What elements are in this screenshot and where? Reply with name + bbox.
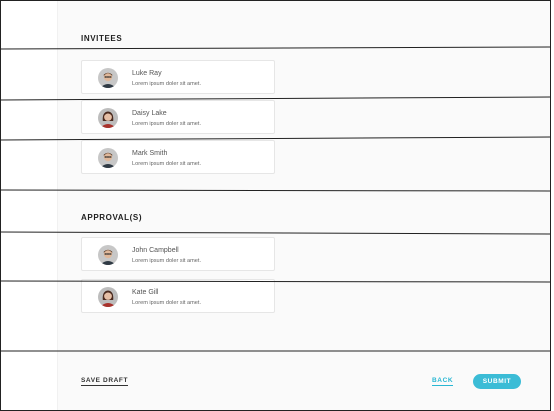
invitee-description: Lorem ipsum doler sit amet. — [132, 80, 202, 87]
invitee-card-luke-ray[interactable]: Luke Ray Lorem ipsum doler sit amet. — [81, 60, 275, 94]
approver-description: Lorem ipsum doler sit amet. — [132, 299, 202, 306]
avatar — [98, 68, 118, 88]
avatar — [98, 245, 118, 265]
invitees-heading: INVITEES — [81, 34, 123, 43]
invitee-description: Lorem ipsum doler sit amet. — [132, 120, 202, 127]
invitee-description: Lorem ipsum doler sit amet. — [132, 160, 202, 167]
invitee-name: Luke Ray — [132, 70, 162, 77]
back-link[interactable]: BACK — [432, 377, 454, 386]
approval-card-kate-gill[interactable]: Kate Gill Lorem ipsum doler sit amet. — [81, 279, 275, 313]
avatar — [98, 148, 118, 168]
invitee-name: Mark Smith — [132, 150, 168, 157]
submit-button[interactable]: SUBMIT — [473, 374, 521, 389]
approver-name: Kate Gill — [132, 289, 159, 296]
invitee-card-daisy-lake[interactable]: Daisy Lake Lorem ipsum doler sit amet. — [81, 100, 275, 134]
invitee-name: Daisy Lake — [132, 110, 167, 117]
approver-description: Lorem ipsum doler sit amet. — [132, 257, 202, 264]
approvals-heading: APPROVAL(S) — [81, 213, 143, 222]
invitee-card-mark-smith[interactable]: Mark Smith Lorem ipsum doler sit amet. — [81, 140, 275, 174]
avatar — [98, 287, 118, 307]
approval-card-john-campbell[interactable]: John Campbell Lorem ipsum doler sit amet… — [81, 237, 275, 271]
avatar — [98, 108, 118, 128]
save-draft-link[interactable]: SAVE DRAFT — [81, 377, 129, 386]
approver-name: John Campbell — [132, 247, 179, 254]
